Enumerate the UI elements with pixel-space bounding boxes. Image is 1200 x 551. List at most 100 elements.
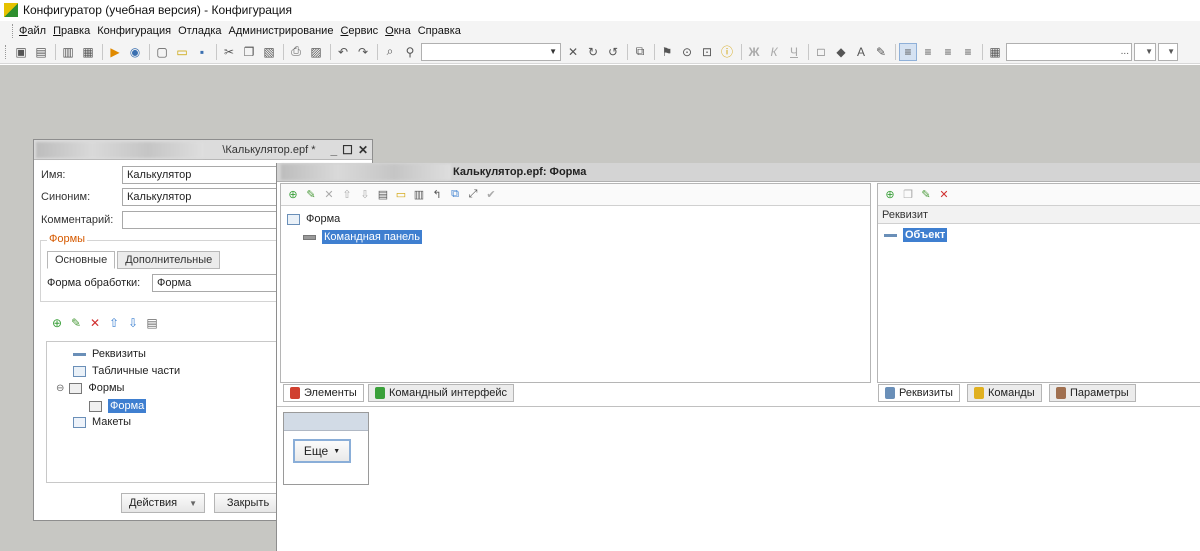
resize-icon[interactable]: ⤢ [465, 187, 481, 203]
align-right-icon[interactable]: ≡ [939, 43, 957, 61]
move-down-icon[interactable]: ⇩ [126, 316, 140, 330]
search-icon[interactable]: ⚲ [401, 43, 419, 61]
redo-icon[interactable]: ↷ [354, 43, 372, 61]
menu-configuration[interactable]: Конфигурация [97, 25, 171, 37]
move-up-icon[interactable]: ⇧ [107, 316, 121, 330]
align-center-icon[interactable]: ≡ [919, 43, 937, 61]
title-bar: Конфигуратор (учебная версия) - Конфигур… [0, 0, 1200, 20]
tree-item-requisites[interactable]: Реквизиты [73, 348, 146, 360]
tree-item-form-root[interactable]: Форма [287, 213, 340, 225]
tree-item-form[interactable]: Форма [89, 399, 147, 413]
italic-icon[interactable]: К [765, 43, 783, 61]
menu-debug[interactable]: Отладка [178, 25, 221, 37]
debug-icon[interactable]: ◉ [126, 43, 144, 61]
font-size-field-2[interactable]: ▼ [1158, 42, 1178, 61]
move-down-icon[interactable]: ⇩ [357, 187, 373, 203]
close-icon[interactable]: ✕ [358, 143, 368, 157]
move-up-icon[interactable]: ⇧ [339, 187, 355, 203]
tab-additional[interactable]: Дополнительные [117, 251, 221, 269]
database-icon[interactable]: ▥ [59, 43, 77, 61]
add-icon[interactable]: ⊕ [285, 187, 301, 203]
edit-icon[interactable]: ✎ [918, 187, 934, 203]
menu-file[interactable]: Файл [19, 25, 46, 37]
copy-icon[interactable]: ❐ [240, 43, 258, 61]
cut-icon[interactable]: ✂ [220, 43, 238, 61]
cell-format-icon[interactable]: ▦ [986, 43, 1004, 61]
close-button[interactable]: Закрыть [214, 493, 282, 513]
add-requisite-icon[interactable]: ⊕ [882, 187, 898, 203]
delete-icon[interactable]: ✕ [936, 187, 952, 203]
syntax-helper-icon[interactable]: ⚑ [658, 43, 676, 61]
bold-icon[interactable]: Ж [745, 43, 763, 61]
menu-windows[interactable]: Окна [385, 25, 411, 37]
edit-icon[interactable]: ✎ [69, 316, 83, 330]
compare-icon[interactable]: ⧉ [631, 43, 649, 61]
clear-search-icon[interactable]: ✕ [564, 43, 582, 61]
menu-administration[interactable]: Администрирование [229, 25, 334, 37]
tree-item-command-panel[interactable]: Командная панель [303, 230, 422, 244]
more-button[interactable]: Еще ▼ [293, 439, 351, 463]
tree-item-forms[interactable]: ⊖ Формы [56, 382, 124, 394]
maximize-icon[interactable]: ☐ [342, 143, 353, 157]
menu-help[interactable]: Справка [418, 25, 461, 37]
layout-icon[interactable]: ▦ [79, 43, 97, 61]
delete-icon[interactable]: ✕ [88, 316, 102, 330]
find-icon[interactable]: ⌕ [381, 43, 399, 61]
link-icon[interactable]: ↰ [429, 187, 445, 203]
tab-command-interface[interactable]: Командный интерфейс [368, 384, 515, 402]
window-icon[interactable]: ▭ [393, 187, 409, 203]
search-combo[interactable]: ▼ [421, 42, 561, 61]
window-icon[interactable]: ▣ [12, 43, 30, 61]
menu-service[interactable]: Сервис [340, 25, 378, 37]
collapse-icon[interactable]: ⊖ [56, 383, 64, 394]
preview-icon[interactable]: ▨ [307, 43, 325, 61]
help-page-icon[interactable]: ⊡ [698, 43, 716, 61]
info-icon[interactable]: ⓘ [718, 43, 736, 61]
add-icon[interactable]: ⊕ [50, 316, 64, 330]
form-window-titlebar[interactable]: Калькулятор.epf: Форма [277, 163, 1200, 182]
menu-edit[interactable]: Правка [53, 25, 90, 37]
fill-color-icon[interactable]: ◆ [832, 43, 850, 61]
align-left-icon[interactable]: ≡ [899, 42, 917, 61]
open-file-icon[interactable]: ▭ [173, 43, 191, 61]
font-name-field[interactable]: ... [1006, 42, 1132, 61]
form-preview[interactable]: Еще ▼ [283, 412, 369, 485]
tab-elements[interactable]: Элементы [283, 384, 364, 402]
minimize-icon[interactable]: _ [330, 143, 337, 157]
copy-icon[interactable]: ❐ [900, 187, 916, 203]
actions-button[interactable]: Действия ▼ [121, 493, 205, 513]
find-prev-icon[interactable]: ↺ [604, 43, 622, 61]
group-icon[interactable]: ▥ [411, 187, 427, 203]
tab-requisites[interactable]: Реквизиты [878, 384, 960, 402]
tab-main[interactable]: Основные [47, 251, 116, 269]
border-icon[interactable]: □ [812, 43, 830, 61]
requisites-column-header[interactable]: Реквизит [878, 206, 1200, 224]
tree-item-object[interactable]: Объект [884, 228, 948, 242]
comment-icon[interactable]: ⊙ [678, 43, 696, 61]
form-preview-area[interactable]: Еще ▼ [277, 406, 1200, 551]
save-icon[interactable]: ▪ [193, 43, 211, 61]
sort-icon[interactable]: ▤ [145, 316, 159, 330]
undo-icon[interactable]: ↶ [334, 43, 352, 61]
font-size-field[interactable]: ▼ [1134, 42, 1156, 61]
new-file-icon[interactable]: ▢ [153, 43, 171, 61]
highlight-icon[interactable]: ✎ [872, 43, 890, 61]
underline-icon[interactable]: Ч [785, 43, 803, 61]
run-icon[interactable]: ▶ [106, 43, 124, 61]
frame-icon[interactable]: ⧉ [447, 187, 463, 203]
object-window-titlebar[interactable]: \Калькулятор.epf * _ ☐ ✕ [34, 140, 372, 160]
tree-item-layouts[interactable]: Макеты [73, 416, 131, 428]
check-icon[interactable]: ✔ [483, 187, 499, 203]
edit-icon[interactable]: ✎ [303, 187, 319, 203]
justify-icon[interactable]: ≡ [959, 43, 977, 61]
delete-icon[interactable]: ✕ [321, 187, 337, 203]
print-icon[interactable]: ⎙ [287, 43, 305, 61]
find-next-icon[interactable]: ↻ [584, 43, 602, 61]
tab-parameters[interactable]: Параметры [1049, 384, 1136, 402]
paste-icon[interactable]: ▧ [260, 43, 278, 61]
tree-item-tabular-parts[interactable]: Табличные части [73, 365, 180, 377]
layout-icon[interactable]: ▤ [375, 187, 391, 203]
properties-icon[interactable]: ▤ [32, 43, 50, 61]
tab-commands[interactable]: Команды [967, 384, 1042, 402]
font-color-icon[interactable]: A [852, 43, 870, 61]
